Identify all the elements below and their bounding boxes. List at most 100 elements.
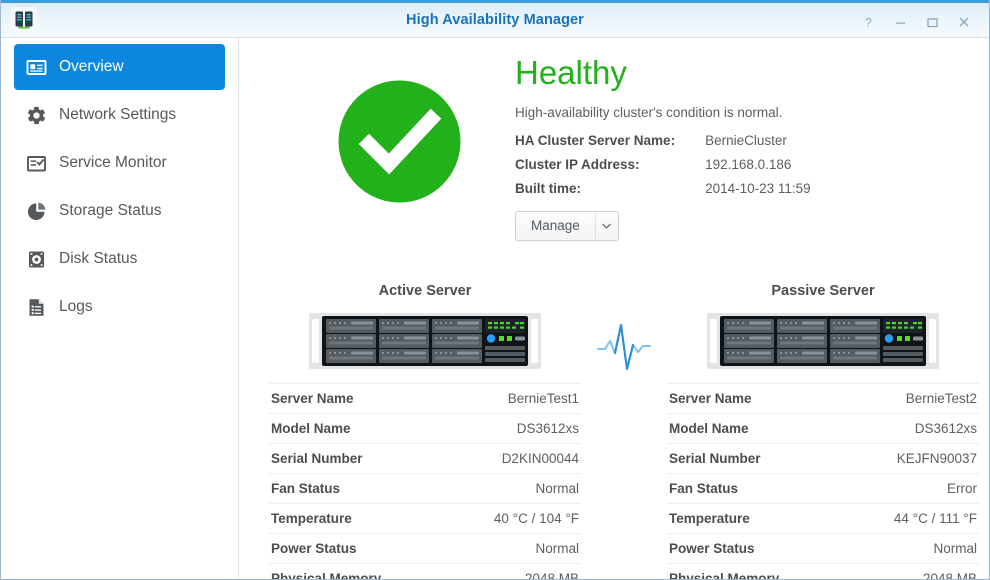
spec-label: Fan Status — [269, 474, 444, 504]
status-badge: Error — [844, 474, 979, 504]
sidebar-item-service-monitor[interactable]: Service Monitor — [14, 140, 225, 186]
table-row: Server Name BernieTest1 — [269, 384, 581, 414]
application-window: High Availability Manager ? — [0, 0, 990, 580]
heartbeat-area — [581, 283, 667, 579]
table-row: Server Name BernieTest2 — [667, 384, 979, 414]
info-label: Cluster IP Address: — [515, 157, 705, 181]
spec-label: Power Status — [667, 534, 844, 564]
heartbeat-pulse-icon — [595, 319, 653, 380]
active-server-spec-table: Server Name BernieTest1 Model Name DS361… — [269, 383, 581, 579]
title-bar: High Availability Manager ? — [1, 0, 989, 38]
table-row: Fan Status Error — [667, 474, 979, 504]
window-title: High Availability Manager — [1, 12, 989, 28]
spec-label: Temperature — [667, 504, 844, 534]
manage-split-button[interactable]: Manage — [515, 211, 619, 241]
document-list-icon — [25, 296, 47, 318]
sidebar-item-label: Storage Status — [59, 202, 162, 220]
sidebar-item-network-settings[interactable]: Network Settings — [14, 92, 225, 138]
table-row: Model Name DS3612xs — [269, 414, 581, 444]
maximize-button[interactable] — [917, 9, 947, 35]
passive-server-heading: Passive Server — [667, 283, 979, 299]
spec-label: Power Status — [269, 534, 444, 564]
info-label: Built time: — [515, 181, 705, 205]
pie-chart-icon — [25, 200, 47, 222]
gear-icon — [25, 104, 47, 126]
window-body: Overview Network Settings — [1, 38, 989, 579]
spec-value: 40 °C / 104 °F — [444, 504, 581, 534]
status-title: Healthy — [515, 56, 811, 89]
sidebar-item-label: Network Settings — [59, 106, 176, 124]
sidebar-item-label: Service Monitor — [59, 154, 167, 172]
active-server-heading: Active Server — [269, 283, 581, 299]
info-value: 2014-10-23 11:59 — [705, 181, 811, 205]
servers-section: Active Server — [269, 283, 979, 579]
spec-value: DS3612xs — [444, 414, 581, 444]
passive-server-panel: Passive Server — [667, 283, 979, 579]
hard-disk-icon — [25, 248, 47, 270]
table-row: Fan Status Normal — [269, 474, 581, 504]
help-button[interactable]: ? — [853, 9, 883, 35]
svg-text:?: ? — [865, 16, 872, 29]
active-server-panel: Active Server — [269, 283, 581, 579]
spec-value: BernieTest2 — [844, 384, 979, 414]
sidebar-item-disk-status[interactable]: Disk Status — [14, 236, 225, 282]
server-pair-icon — [11, 7, 37, 33]
status-badge: Normal — [444, 474, 581, 504]
spec-label: Server Name — [269, 384, 444, 414]
sidebar: Overview Network Settings — [1, 38, 239, 579]
table-row: Power Status Normal — [269, 534, 581, 564]
spec-value: BernieTest1 — [444, 384, 581, 414]
spec-label: Serial Number — [667, 444, 844, 474]
cluster-info-table: HA Cluster Server Name: BernieCluster Cl… — [515, 133, 811, 205]
table-row: Temperature 40 °C / 104 °F — [269, 504, 581, 534]
active-server-image — [269, 310, 581, 372]
status-badge: Normal — [844, 534, 979, 564]
table-row: Physical Memory 2048 MB — [269, 564, 581, 580]
spec-label: Fan Status — [667, 474, 844, 504]
id-card-icon — [25, 56, 47, 78]
main-content: Healthy High-availability cluster's cond… — [239, 38, 989, 579]
sidebar-item-storage-status[interactable]: Storage Status — [14, 188, 225, 234]
table-row: Temperature 44 °C / 111 °F — [667, 504, 979, 534]
info-label: HA Cluster Server Name: — [515, 133, 705, 157]
manage-button[interactable]: Manage — [516, 212, 596, 240]
spec-value: KEJFN90037 — [844, 444, 979, 474]
sidebar-item-label: Logs — [59, 298, 93, 316]
spec-label: Model Name — [269, 414, 444, 444]
green-check-circle-icon — [336, 78, 463, 205]
spec-label: Physical Memory — [269, 564, 444, 580]
spec-label: Temperature — [269, 504, 444, 534]
chevron-down-icon[interactable] — [596, 212, 618, 240]
info-value: 192.168.0.186 — [705, 157, 811, 181]
spec-label: Physical Memory — [667, 564, 844, 580]
table-row: Serial Number KEJFN90037 — [667, 444, 979, 474]
spec-value: DS3612xs — [844, 414, 979, 444]
window-controls: ? — [853, 3, 979, 41]
status-badge: Normal — [444, 534, 581, 564]
close-button[interactable] — [949, 9, 979, 35]
table-row: Built time: 2014-10-23 11:59 — [515, 181, 811, 205]
sidebar-item-label: Overview — [59, 58, 124, 76]
spec-value: 44 °C / 111 °F — [844, 504, 979, 534]
spec-label: Model Name — [667, 414, 844, 444]
status-description: High-availability cluster's condition is… — [515, 105, 811, 120]
table-row: Serial Number D2KIN00044 — [269, 444, 581, 474]
spec-label: Serial Number — [269, 444, 444, 474]
passive-server-image — [667, 310, 979, 372]
spec-label: Server Name — [667, 384, 844, 414]
cluster-status-block: Healthy High-availability cluster's cond… — [515, 56, 811, 241]
sidebar-item-logs[interactable]: Logs — [14, 284, 225, 330]
sidebar-item-label: Disk Status — [59, 250, 137, 268]
table-row: Power Status Normal — [667, 534, 979, 564]
spec-value: 2048 MB — [444, 564, 581, 580]
table-row: Cluster IP Address: 192.168.0.186 — [515, 157, 811, 181]
table-row: HA Cluster Server Name: BernieCluster — [515, 133, 811, 157]
spec-value: D2KIN00044 — [444, 444, 581, 474]
table-row: Physical Memory 2048 MB — [667, 564, 979, 580]
table-row: Model Name DS3612xs — [667, 414, 979, 444]
checklist-icon — [25, 152, 47, 174]
sidebar-item-overview[interactable]: Overview — [14, 44, 225, 90]
passive-server-spec-table: Server Name BernieTest2 Model Name DS361… — [667, 383, 979, 579]
info-value: BernieCluster — [705, 133, 811, 157]
minimize-button[interactable] — [885, 9, 915, 35]
